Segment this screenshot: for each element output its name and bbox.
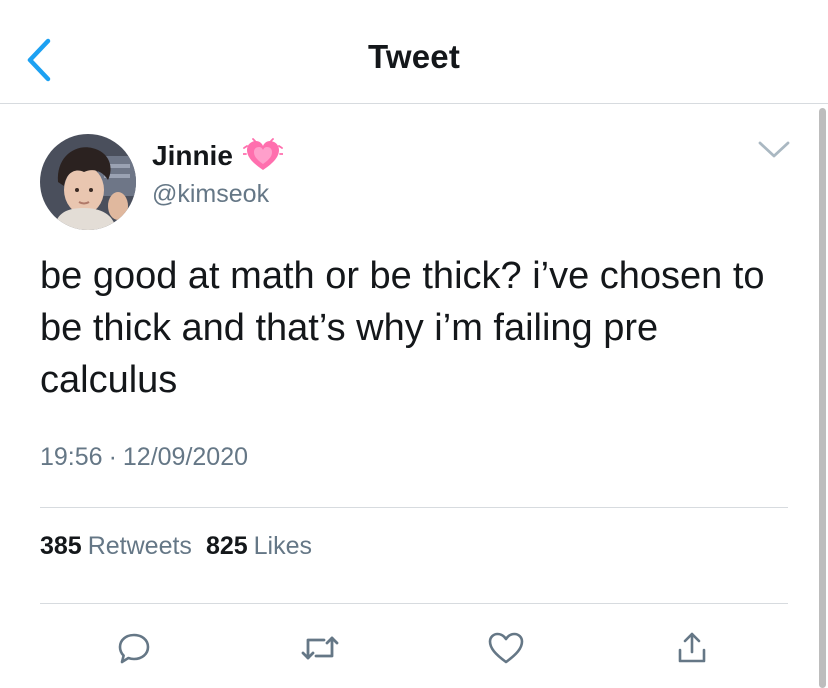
- tweet-stats: 385 Retweets 825 Likes: [40, 532, 312, 561]
- tweet-text: be good at math or be thick? i’ve chosen…: [40, 255, 765, 401]
- tweet-detail-screen: Tweet Jinnie @kimseok be good at math or…: [0, 0, 828, 688]
- author-name-row[interactable]: Jinnie: [152, 138, 283, 174]
- likes-count: 825: [205, 532, 248, 560]
- reply-icon: [118, 633, 150, 664]
- retweets-label: Retweets: [87, 532, 192, 560]
- avatar-image: [40, 134, 136, 230]
- retweet-button[interactable]: [296, 624, 344, 672]
- tweet-timestamp: 19:56 · 12/09/2020: [40, 443, 248, 472]
- author-handle[interactable]: @kimseok: [152, 180, 269, 209]
- likes-label: Likes: [253, 532, 313, 560]
- reply-button[interactable]: [110, 624, 158, 672]
- share-button[interactable]: [668, 624, 716, 672]
- scroll-indicator[interactable]: [819, 108, 826, 688]
- tweet-action-bar: [0, 624, 828, 674]
- likes-stat[interactable]: 825 Likes: [206, 532, 312, 561]
- retweets-count: 385: [40, 532, 82, 560]
- tweet-date: 12/09/2020: [122, 443, 249, 471]
- author-display-name[interactable]: Jinnie: [152, 140, 233, 172]
- heart-icon: [488, 632, 524, 664]
- chevron-down-icon: [758, 141, 790, 158]
- like-button[interactable]: [482, 624, 530, 672]
- tweet-time: 19:56: [40, 443, 103, 471]
- retweet-icon: [301, 636, 339, 660]
- retweets-stat[interactable]: 385 Retweets: [40, 532, 192, 561]
- divider: [40, 507, 788, 508]
- avatar[interactable]: [40, 134, 136, 230]
- growing-heart-emoji-icon: [242, 138, 283, 170]
- share-icon: [678, 632, 706, 663]
- timestamp-separator: ·: [108, 443, 117, 471]
- more-options-button[interactable]: [754, 134, 794, 166]
- nav-header: Tweet: [0, 0, 828, 104]
- page-title: Tweet: [367, 38, 461, 75]
- divider: [40, 603, 788, 604]
